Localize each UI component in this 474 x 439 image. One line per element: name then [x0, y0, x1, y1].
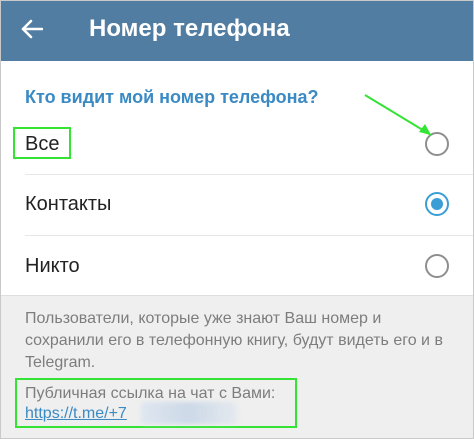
section-label: Кто видит мой номер телефона?: [25, 87, 319, 107]
radio-button[interactable]: [425, 254, 449, 278]
option-nobody[interactable]: Никто: [1, 235, 473, 297]
screen: Номер телефона Кто видит мой номер телеф…: [0, 0, 474, 439]
option-everyone[interactable]: Все: [1, 113, 473, 175]
arrow-left-icon: [21, 19, 43, 39]
footer-description: Пользователи, которые уже знают Ваш номе…: [25, 310, 443, 371]
link-label: Публичная ссылка на чат с Вами:: [25, 385, 276, 402]
highlight-box: [13, 127, 71, 159]
page-title: Номер телефона: [89, 15, 290, 42]
footer-info: Пользователи, которые уже знают Ваш номе…: [1, 295, 473, 438]
option-label: Контакты: [25, 193, 112, 215]
option-contacts[interactable]: Контакты: [1, 173, 473, 235]
app-header: Номер телефона: [1, 1, 473, 61]
redacted-blur: [141, 402, 237, 424]
public-link[interactable]: https://t.me/+7: [25, 404, 127, 424]
radio-button-checked[interactable]: [425, 192, 449, 216]
back-button[interactable]: [15, 9, 55, 49]
radio-button[interactable]: [425, 132, 449, 156]
option-label: Никто: [25, 255, 80, 277]
